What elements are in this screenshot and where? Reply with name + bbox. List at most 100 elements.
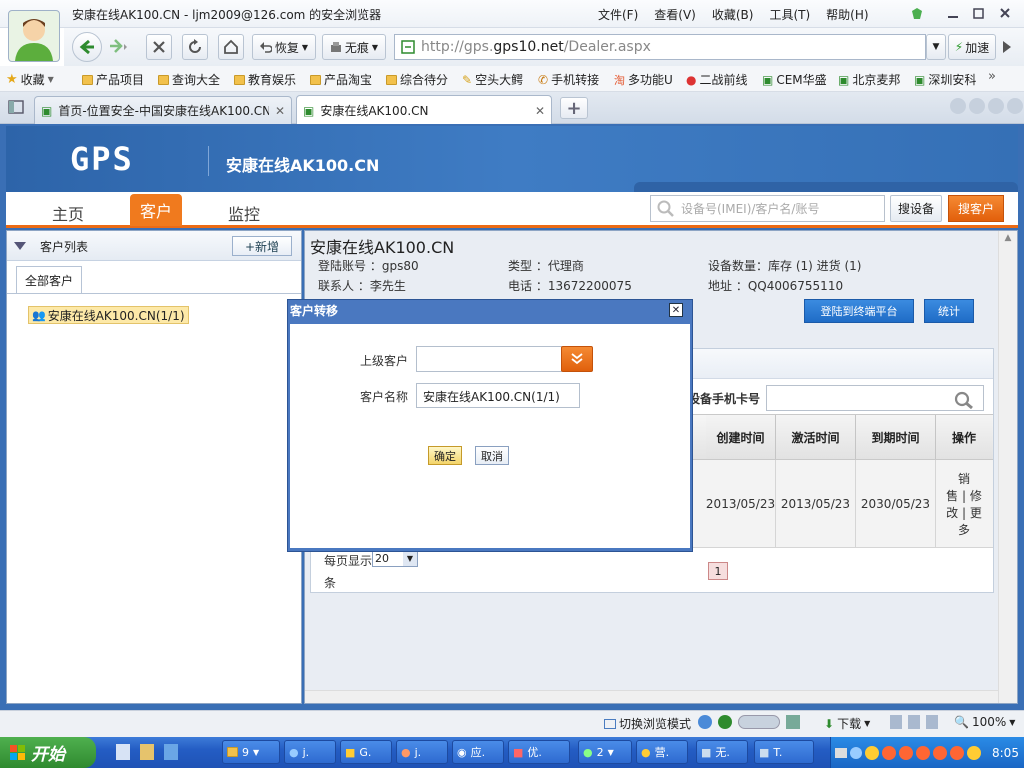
tab-active[interactable]: ▣ 安康在线AK100.CN ✕ — [296, 95, 552, 125]
bookmark-favorites[interactable]: ★ 收藏 ▼ — [6, 71, 54, 88]
toggle-icon[interactable] — [738, 715, 780, 729]
qq-icon[interactable] — [933, 745, 947, 760]
col-activated[interactable]: 激活时间 — [776, 415, 856, 459]
dialog-close-icon[interactable]: ✕ — [669, 303, 683, 317]
taskbar-item[interactable]: ● 营. — [636, 740, 688, 764]
per-page-select[interactable]: 20 ▼ — [372, 550, 418, 567]
tab-all-customers[interactable]: 全部客户 — [16, 266, 82, 294]
bookmark-item[interactable]: ▣ CEM华盛 — [762, 71, 827, 88]
bookmark-more[interactable]: » — [988, 69, 996, 84]
customer-name-input[interactable]: 安康在线AK100.CN(1/1) — [416, 383, 580, 408]
taskbar-item[interactable]: ● j. — [396, 740, 448, 764]
print-icon[interactable] — [908, 715, 920, 729]
cancel-button[interactable]: 取消 — [475, 446, 509, 465]
bookmark-item[interactable]: 产品淘宝 — [310, 71, 372, 88]
add-customer-button[interactable]: +新增 — [232, 236, 292, 256]
tab-close-icon[interactable]: ✕ — [275, 104, 285, 118]
qq-icon[interactable] — [865, 745, 879, 760]
tree-item-customer[interactable]: 👥 安康在线AK100.CN(1/1) — [28, 306, 189, 324]
vertical-scrollbar[interactable]: ▲ — [998, 231, 1017, 703]
horizontal-scrollbar[interactable] — [305, 690, 998, 703]
menu-view[interactable]: 查看(V) — [654, 6, 696, 23]
scroll-right-icon[interactable] — [969, 98, 985, 114]
back-button[interactable] — [72, 32, 102, 62]
collapse-icon[interactable] — [14, 241, 26, 251]
scroll-left-icon[interactable] — [950, 98, 966, 114]
restore-button[interactable]: 恢复 ▼ — [252, 34, 316, 60]
menu-file[interactable]: 文件(F) — [598, 6, 638, 23]
bookmark-item[interactable]: ✆ 手机转接 — [538, 71, 599, 88]
parent-customer-dropdown-button[interactable] — [561, 346, 593, 372]
taskbar-item[interactable]: ■ 无. — [696, 740, 748, 764]
user-avatar[interactable] — [8, 10, 60, 62]
close-all-icon[interactable] — [1007, 98, 1023, 114]
login-terminal-button[interactable]: 登陆到终端平台 — [804, 299, 914, 323]
accelerate-button[interactable]: ⚡ 加速 — [948, 34, 996, 60]
qq-icon[interactable] — [882, 745, 896, 760]
scroll-up-icon[interactable]: ▲ — [999, 233, 1017, 243]
quick-launch-icon[interactable] — [116, 744, 130, 760]
refresh-button[interactable] — [182, 34, 208, 60]
op-edit-more-link[interactable]: 改 | 更 — [946, 507, 982, 519]
tab-list-icon[interactable] — [8, 100, 24, 114]
quick-launch-icon[interactable] — [140, 744, 154, 760]
op-more-link[interactable]: 多 — [958, 524, 970, 536]
nav-customers[interactable]: 客户 — [130, 194, 182, 226]
bookmark-item[interactable]: 淘多功能U — [614, 71, 673, 88]
search-icon[interactable] — [954, 391, 974, 409]
sim-search-input[interactable] — [766, 385, 984, 411]
menu-favorites[interactable]: 收藏(B) — [712, 6, 754, 23]
address-bar[interactable]: http://gps.gps10.net/Dealer.aspx — [394, 34, 926, 60]
skin-icon[interactable] — [910, 7, 924, 21]
nav-home[interactable]: 主页 — [52, 201, 84, 225]
switch-mode-button[interactable]: 切换浏览模式 — [604, 715, 691, 732]
col-expire[interactable]: 到期时间 — [856, 415, 936, 459]
ie-icon[interactable] — [698, 715, 712, 729]
search-device-button[interactable]: 搜设备 — [890, 195, 942, 222]
search-customer-button[interactable]: 搜客户 — [948, 195, 1004, 222]
stats-button[interactable]: 统计 — [924, 299, 974, 323]
qq-icon[interactable] — [899, 745, 913, 760]
bookmark-item[interactable]: 综合待分 — [386, 71, 448, 88]
bookmark-item[interactable]: 查询大全 — [158, 71, 220, 88]
bookmark-item[interactable]: 产品项目 — [82, 71, 144, 88]
taskbar-item[interactable]: ◉ 应. — [452, 740, 504, 764]
taskbar-item[interactable]: ■ G. — [340, 740, 392, 764]
stop-button[interactable] — [146, 34, 172, 60]
tab-close-icon[interactable]: ✕ — [535, 104, 545, 118]
volume-icon[interactable] — [926, 715, 938, 729]
tab-menu-icon[interactable] — [988, 98, 1004, 114]
page-number-button[interactable]: 1 — [708, 562, 728, 580]
taskbar-item[interactable]: ■ T. — [754, 740, 814, 764]
bookmark-item[interactable]: ▣ 北京麦邦 — [838, 71, 900, 88]
taskbar-item[interactable]: ■ 优. — [508, 740, 570, 764]
tab-home[interactable]: ▣ 首页-位置安全-中国安康在线AK100.CN ✕ — [34, 96, 292, 124]
go-arrow-icon[interactable] — [1002, 40, 1012, 54]
cloud-icon[interactable] — [786, 715, 800, 729]
home-button[interactable] — [218, 34, 244, 60]
bookmark-item[interactable]: ● 二战前线 — [686, 71, 748, 88]
close-icon[interactable] — [998, 6, 1012, 20]
tray-icon[interactable] — [967, 745, 981, 760]
search-input[interactable]: 设备号(IMEI)/客户名/账号 — [650, 195, 885, 222]
bookmark-item[interactable]: ✎ 空头大鳄 — [462, 71, 523, 88]
taskbar-item[interactable]: ● j. — [284, 740, 336, 764]
op-sell-edit-link[interactable]: 售 | 修 — [946, 490, 982, 502]
security-icon[interactable] — [718, 715, 732, 729]
taskbar-item[interactable]: 9 ▼ — [222, 740, 280, 764]
download-button[interactable]: ⬇ 下载 ▼ — [824, 715, 870, 732]
new-tab-button[interactable]: + — [560, 97, 588, 119]
menu-tools[interactable]: 工具(T) — [769, 6, 810, 23]
bookmark-item[interactable]: 教育娱乐 — [234, 71, 296, 88]
menu-help[interactable]: 帮助(H) — [826, 6, 868, 23]
clock[interactable]: 8:05 — [992, 746, 1019, 760]
start-button[interactable]: 开始 — [0, 737, 96, 768]
op-sell-link[interactable]: 销 — [958, 473, 970, 485]
forward-button[interactable] — [108, 38, 128, 54]
bookmark-item[interactable]: ▣ 深圳安科 — [914, 71, 976, 88]
tray-expand-icon[interactable] — [850, 746, 862, 759]
quick-launch-icon[interactable] — [164, 744, 178, 760]
zoom-control[interactable]: 🔍 100% ▼ — [954, 715, 1015, 729]
qq-icon[interactable] — [950, 745, 964, 760]
confirm-button[interactable]: 确定 — [428, 446, 462, 465]
